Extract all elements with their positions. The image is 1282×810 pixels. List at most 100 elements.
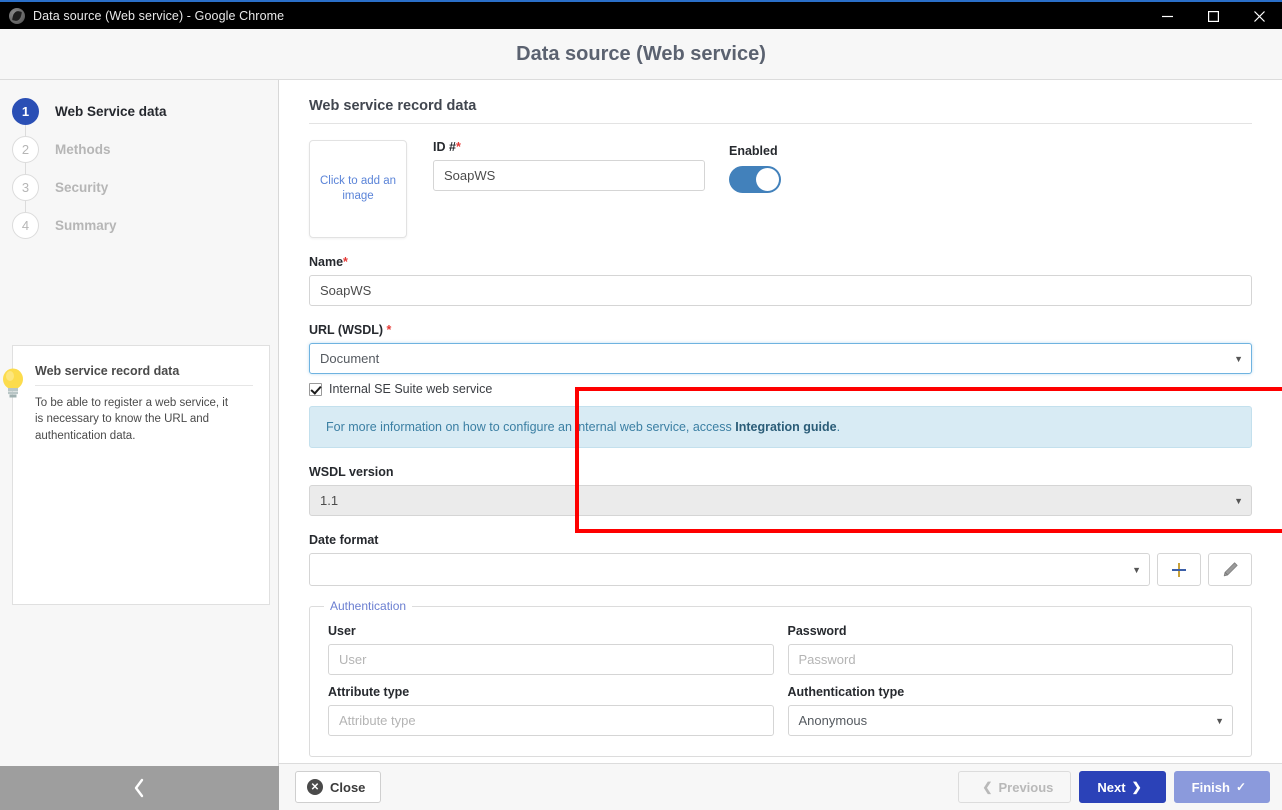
authentication-grid: User Password Attribute type Authenticat… [328,624,1233,736]
enabled-label: Enabled [729,144,778,158]
wsdl-version-value: 1.1 [320,493,339,508]
edit-date-format-button[interactable] [1208,553,1252,586]
step-label-4: Summary [55,217,117,233]
name-label-text: Name [309,255,344,269]
app-header: Data source (Web service) [0,29,1282,80]
attribute-type-input[interactable] [328,705,774,736]
url-wsdl-value: Document [320,351,380,366]
attribute-type-label: Attribute type [328,685,410,699]
user-input[interactable] [328,644,774,675]
name-label: Name* [309,255,1252,269]
sidebar-collapse-button[interactable] [0,766,279,810]
identification-row: Click to add an image ID #* Enabled [309,140,1252,238]
add-image-label: Click to add an image [319,175,397,202]
required-marker: * [386,323,392,337]
section-title: Web service record data [309,98,1252,124]
next-button[interactable]: Next ❯ [1079,771,1166,803]
url-wsdl-label-text: URL (WSDL) [309,323,384,337]
step-label-1: Web Service data [55,103,167,119]
close-button[interactable] [1236,2,1282,31]
authentication-type-select[interactable]: Anonymous ▼ [787,705,1233,736]
finish-button-label: Finish [1191,779,1230,795]
enabled-field-group: Enabled [729,140,781,238]
next-button-label: Next [1097,779,1126,795]
checkbox-checked-icon[interactable] [309,382,322,396]
info-message-prefix: For more information on how to configure… [326,420,736,434]
required-marker: * [343,255,348,269]
user-field-group: User [328,624,774,675]
step-label-2: Methods [55,141,111,157]
date-format-select[interactable]: ▼ [309,553,1150,586]
step-number-1: 1 [12,97,39,125]
x-circle-icon: ✕ [307,779,323,795]
chevron-down-icon: ▼ [1234,495,1243,506]
pencil-icon [1223,562,1238,577]
url-wsdl-label: URL (WSDL) * [309,323,1252,337]
close-button[interactable]: ✕ Close [295,771,382,803]
password-field-group: Password [787,624,1233,675]
wizard-sidebar: 1 Web Service data 2 Methods 3 Security … [0,80,279,810]
wsdl-version-select[interactable]: 1.1 ▼ [309,485,1252,516]
info-message-suffix: . [836,420,841,434]
lightbulb-icon [3,368,23,398]
attribute-type-field-group: Attribute type [328,685,774,736]
id-label: ID #* [433,140,705,154]
form-container: Web service record data Click to add an … [279,80,1282,757]
id-label-text: ID # [433,140,456,154]
date-format-row: ▼ [309,553,1252,586]
date-format-label: Date format [309,533,379,547]
name-field-group: Name* [309,255,1252,306]
sidebar-step-summary[interactable]: 4 Summary [0,200,278,244]
chevron-left-icon: ❮ [982,780,993,794]
authentication-type-field-group: Authentication type Anonymous ▼ [787,685,1233,736]
authentication-type-value: Anonymous [798,713,868,728]
minimize-button[interactable] [1144,2,1190,31]
chevron-left-icon [134,778,144,798]
integration-guide-link[interactable]: Integration guide [735,420,836,434]
id-input[interactable] [433,160,705,191]
chevron-right-icon: ❯ [1131,780,1142,794]
user-label: User [328,624,356,638]
url-wsdl-field-group: URL (WSDL) * Document ▼ Internal SE Suit… [309,323,1252,448]
add-image-button[interactable]: Click to add an image [309,140,407,238]
chevron-down-icon: ▼ [1234,353,1243,364]
check-icon: ✓ [1235,780,1246,794]
step-number-4: 4 [12,211,39,239]
step-number-2: 2 [12,135,39,163]
maximize-button[interactable] [1190,2,1236,31]
sidebar-step-web-service-data[interactable]: 1 Web Service data [0,92,278,130]
url-wsdl-select[interactable]: Document ▼ [309,343,1252,374]
password-label: Password [787,624,847,638]
enabled-toggle[interactable] [729,166,781,193]
date-format-field-group: Date format ▼ [309,533,1252,586]
wsdl-version-field-group: WSDL version 1.1 ▼ [309,465,1252,516]
authentication-fieldset: Authentication User Password Attribute t… [309,599,1252,757]
authentication-type-label: Authentication type [787,685,905,699]
wizard-footer: ✕ Close ❮ Previous Next ❯ Finish ✓ [279,763,1282,810]
tip-title: Web service record data [35,364,253,386]
previous-button-label: Previous [998,779,1054,795]
page-title: Data source (Web service) [516,42,766,65]
add-date-format-button[interactable] [1157,553,1201,586]
password-input[interactable] [787,644,1233,675]
body-container: 1 Web Service data 2 Methods 3 Security … [0,80,1282,810]
required-marker: * [455,140,461,154]
main-content: Web service record data Click to add an … [279,80,1282,810]
sidebar-step-security[interactable]: 3 Security [0,162,278,206]
sidebar-step-methods[interactable]: 2 Methods [0,124,278,168]
id-field-group: ID #* [433,140,705,238]
help-tip-card: Web service record data To be able to re… [3,345,270,605]
plus-icon [1172,562,1186,577]
internal-web-service-label: Internal SE Suite web service [329,382,493,396]
chevron-down-icon: ▼ [1132,564,1141,575]
internal-web-service-checkbox-row[interactable]: Internal SE Suite web service [309,382,1252,396]
chevron-down-icon: ▼ [1215,715,1224,726]
toggle-knob [756,168,779,191]
wsdl-version-label: WSDL version [309,465,394,479]
step-label-3: Security [55,179,109,195]
authentication-legend: Authentication [324,599,413,613]
previous-button[interactable]: ❮ Previous [958,771,1072,803]
window-title: Data source (Web service) - Google Chrom… [33,8,285,23]
name-input[interactable] [309,275,1252,306]
finish-button[interactable]: Finish ✓ [1173,771,1270,803]
